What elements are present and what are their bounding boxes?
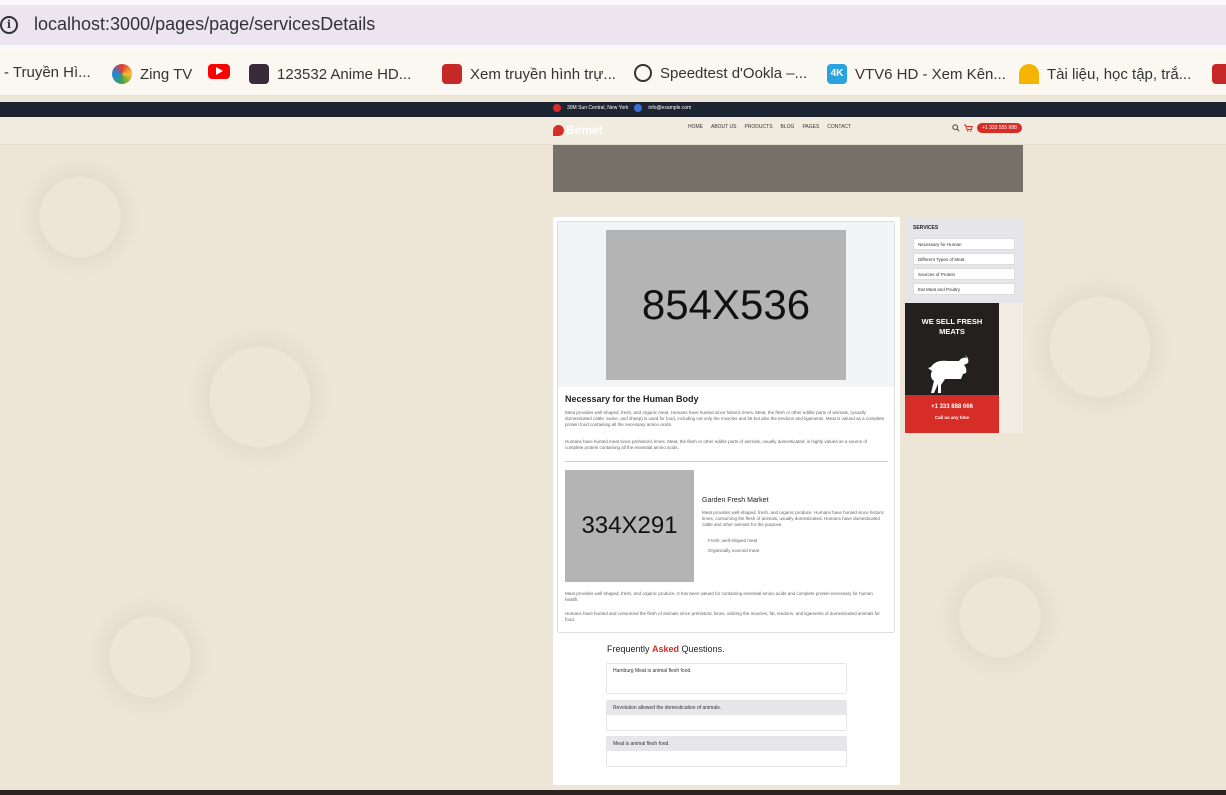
list-item: Organically sourced meat [708, 548, 760, 553]
site-navbar: Bemet HOME ABOUT US PRODUCTS BLOG PAGES … [0, 117, 1226, 145]
bookmark-item[interactable]: - Truyền Hì... [4, 64, 91, 81]
bull-icon [928, 355, 969, 393]
bookmark-item[interactable]: 123532 Anime HD... [249, 64, 411, 84]
phone-button[interactable]: +1 333 555 888 [977, 123, 1022, 133]
tv-icon [442, 64, 462, 84]
faq-item[interactable]: Revolution allowed the domestication of … [606, 700, 847, 731]
faq-title: Frequently Asked Questions. [607, 644, 725, 654]
site-logo[interactable]: Bemet [553, 123, 603, 137]
browser-address-bar: i localhost:3000/pages/page/servicesDeta… [0, 0, 1226, 50]
study-icon [1019, 64, 1039, 84]
list-item: Fresh, well-shaped meat [708, 538, 758, 543]
site-info-icon[interactable]: i [0, 16, 18, 34]
faq-item[interactable]: Hamburg Meat is animal flesh food. [606, 663, 847, 694]
faq-title-highlight: Asked [652, 644, 680, 654]
small-image-placeholder: 334X291 [565, 470, 694, 582]
tv-icon [1212, 64, 1226, 84]
nav-pages[interactable]: PAGES [802, 124, 819, 130]
bookmark-label: Zing TV [140, 65, 193, 83]
url-text[interactable]: localhost:3000/pages/page/servicesDetail… [34, 14, 375, 35]
nav-actions: +1 333 555 888 [952, 123, 1022, 133]
nav-products[interactable]: PRODUCTS [744, 124, 772, 130]
bookmark-item[interactable]: Xem truyền hình trự... [442, 64, 616, 84]
hero-banner [553, 145, 1023, 192]
bookmark-item[interactable]: Speedtest d'Ookla –... [634, 64, 807, 82]
bookmark-label: VTV6 HD - Xem Kên... [855, 65, 1006, 83]
logo-text: Bemet [566, 123, 603, 137]
bookmark-item[interactable]: 4K VTV6 HD - Xem Kên... [827, 64, 1006, 84]
logo-icon [553, 124, 564, 136]
youtube-icon [208, 64, 230, 79]
sub-paragraph: Meat provides well-shaped, fresh, and or… [702, 510, 885, 527]
bookmark-item[interactable] [208, 64, 230, 79]
bookmarks-bar: - Truyền Hì... Zing TV 123532 Anime HD..… [0, 50, 1226, 96]
service-paragraph: Humans have hunted meat since prehistori… [565, 439, 868, 450]
promo-footer [905, 395, 999, 433]
bookmark-item[interactable] [1212, 64, 1226, 84]
nav-about[interactable]: ABOUT US [711, 124, 736, 130]
footer-strip [0, 790, 1226, 795]
promo-banner[interactable]: WE SELL FRESH MEATS +1 333 888 666 Call … [905, 303, 999, 433]
anime-icon [249, 64, 269, 84]
speedtest-icon [634, 64, 652, 82]
bookmark-label: Xem truyền hình trự... [470, 65, 616, 83]
sidebar-item[interactable]: Necessary for Human [913, 238, 1015, 250]
site-topbar: 30M Sun Central, New York info@example.c… [0, 102, 1226, 117]
promo-phone[interactable]: +1 333 888 666 [905, 404, 999, 410]
zing-icon [112, 64, 132, 84]
topbar-address: 30M Sun Central, New York [567, 105, 629, 111]
large-image-placeholder: 854X536 [606, 230, 846, 380]
bookmark-label: - Truyền Hì... [4, 64, 91, 81]
bookmark-item[interactable]: Zing TV [112, 64, 192, 84]
nav-contact[interactable]: CONTACT [827, 124, 851, 130]
topbar-contact: 30M Sun Central, New York info@example.c… [553, 104, 691, 112]
promo-title: WE SELL FRESH MEATS [921, 317, 983, 336]
faq-item[interactable]: Meat is animal flesh food. [606, 736, 847, 767]
main-nav: HOME ABOUT US PRODUCTS BLOG PAGES CONTAC… [688, 124, 851, 130]
sub-title: Garden Fresh Market [702, 497, 769, 504]
faq-question[interactable]: Revolution allowed the domestication of … [607, 701, 846, 715]
nav-home[interactable]: HOME [688, 124, 703, 130]
sidebar-item[interactable]: Different Types of Meat [913, 253, 1015, 265]
cart-icon[interactable] [964, 124, 973, 132]
faq-question[interactable]: Hamburg Meat is animal flesh food. [607, 664, 846, 678]
sidebar-item[interactable]: Sources of Protein [913, 268, 1015, 280]
promo-call-text: Call us any time [934, 415, 970, 420]
bookmark-item[interactable]: Tài liệu, học tập, trắ... [1019, 64, 1191, 84]
service-paragraph: Meat provides well-shaped, fresh, and or… [565, 591, 873, 602]
location-icon [553, 104, 561, 112]
service-title: Necessary for the Human Body [565, 394, 699, 404]
4k-icon: 4K [827, 64, 847, 84]
service-paragraph: Humans have hunted and consumed the fles… [565, 611, 880, 622]
page-viewport: 30M Sun Central, New York info@example.c… [0, 97, 1226, 795]
bookmark-label: Tài liệu, học tập, trắ... [1047, 65, 1192, 83]
bookmark-label: Speedtest d'Ookla –... [660, 64, 808, 82]
service-paragraph: Meat provides well-shaped, fresh, and or… [565, 410, 885, 427]
email-icon [634, 104, 643, 112]
sidebar-item[interactable]: Eat Meat and Poultry [913, 283, 1015, 295]
divider [565, 461, 888, 462]
nav-blog[interactable]: BLOG [781, 124, 795, 130]
faq-question[interactable]: Meat is animal flesh food. [607, 737, 846, 751]
search-icon[interactable] [952, 124, 960, 132]
bookmark-label: 123532 Anime HD... [277, 65, 412, 83]
sidebar-title: SERVICES [913, 225, 939, 231]
topbar-email[interactable]: info@example.com [648, 105, 691, 111]
